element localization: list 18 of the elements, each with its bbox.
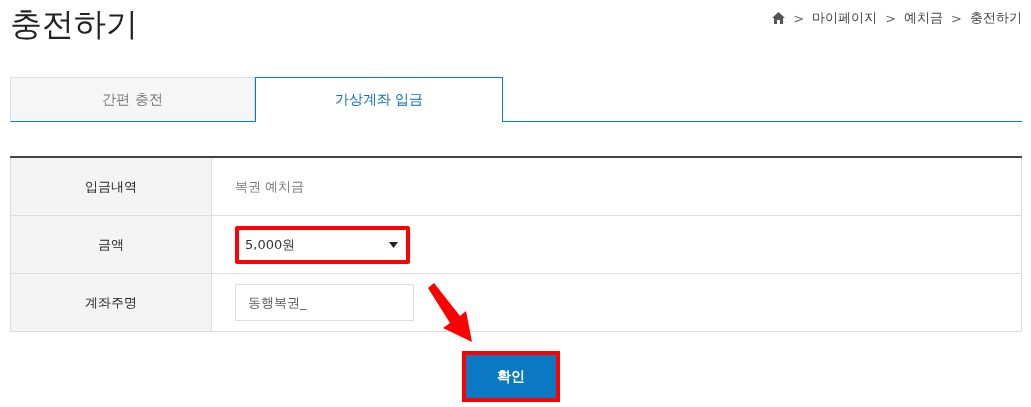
tab[interactable]: 가상계좌 입금 <box>255 77 503 122</box>
breadcrumb-link[interactable]: 충전하기 <box>970 9 1022 27</box>
home-icon[interactable] <box>772 12 786 24</box>
breadcrumb-link[interactable]: 마이페이지 <box>812 9 878 27</box>
breadcrumb-separator: > <box>951 10 962 26</box>
breadcrumb-separator: > <box>885 10 897 26</box>
form-label: 금액 <box>10 216 212 273</box>
dropdown-caret-icon <box>389 241 398 248</box>
confirm-button[interactable]: 확인 <box>462 351 560 402</box>
page-title: 충전하기 <box>10 4 138 45</box>
breadcrumb-link[interactable]: 예치금 <box>904 9 944 27</box>
field-value: 복권 예치금 <box>235 177 305 196</box>
form-label: 계좌주명 <box>10 274 212 331</box>
amount-select[interactable]: 5,000원 <box>235 225 410 264</box>
breadcrumb-separator: > <box>793 10 805 26</box>
form-label: 입금내역 <box>10 158 212 215</box>
tab[interactable]: 간편 충전 <box>10 77 255 122</box>
input-field[interactable]: 동행복권_ <box>235 284 414 321</box>
